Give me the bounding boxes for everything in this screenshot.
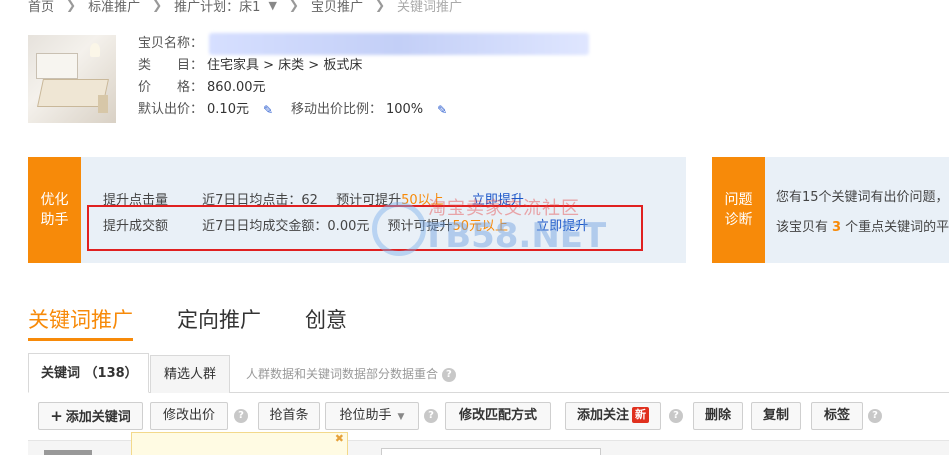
product-category-row: 类 目： 住宅家具 > 床类 > 板式床 bbox=[138, 55, 589, 77]
tab-targeted-promo[interactable]: 定向推广 bbox=[177, 304, 261, 341]
highlight-box bbox=[87, 205, 643, 251]
diagnosis-tag-text: 问题诊断 bbox=[724, 192, 753, 228]
breadcrumb-standard-promo[interactable]: 标准推广 bbox=[88, 0, 140, 15]
chevron-right-icon: ❯ bbox=[288, 0, 299, 12]
add-keyword-label: 添加关键词 bbox=[65, 410, 131, 425]
filter-box[interactable] bbox=[381, 448, 601, 455]
grab-first-label: 抢首条 bbox=[269, 408, 309, 423]
grab-first-button[interactable]: 抢首条 bbox=[258, 402, 320, 430]
diagnosis-count: 3 bbox=[832, 220, 842, 235]
help-icon[interactable]: ? bbox=[868, 409, 882, 423]
default-bid-value: 0.10元 bbox=[207, 102, 249, 117]
help-icon[interactable]: ? bbox=[669, 409, 683, 423]
mobile-ratio-label: 移动出价比例： bbox=[290, 102, 382, 117]
product-price-value: 860.00元 bbox=[207, 80, 266, 95]
diagnosis-tag: 问题诊断 bbox=[712, 157, 765, 263]
modify-bid-button[interactable]: 修改出价 bbox=[150, 402, 228, 430]
edit-pencil-icon[interactable]: ✎ bbox=[437, 103, 451, 117]
diagnosis-line-1: 您有15个关键词有出价问题， bbox=[776, 190, 949, 205]
product-category-value: 住宅家具 > 床类 > 板式床 bbox=[207, 58, 363, 73]
product-price-row: 价 格： 860.00元 bbox=[138, 77, 589, 99]
main-tabs: 关键词推广 定向推广 创意 bbox=[28, 304, 391, 341]
plus-icon: + bbox=[50, 407, 63, 425]
product-name-row: 宝贝名称： bbox=[138, 33, 590, 55]
tab-creative[interactable]: 创意 bbox=[305, 304, 347, 341]
product-name-label: 宝贝名称： bbox=[138, 36, 204, 51]
delete-label: 删除 bbox=[704, 408, 731, 423]
add-keyword-button[interactable]: + 添加关键词 bbox=[38, 402, 143, 430]
modify-bid-label: 修改出价 bbox=[162, 408, 215, 423]
diagnosis-line-2: 该宝贝有 3 个重点关键词的平 bbox=[776, 216, 949, 235]
diagnosis-line-2-suffix: 个重点关键词的平 bbox=[845, 220, 949, 235]
help-icon[interactable]: ? bbox=[441, 367, 456, 382]
product-price-label: 价 格： bbox=[138, 80, 204, 95]
thumbnail-bed-leg bbox=[98, 95, 108, 113]
breadcrumb-plan[interactable]: 推广计划：床1 bbox=[174, 0, 260, 15]
new-badge: 新 bbox=[632, 407, 649, 423]
modify-match-button[interactable]: 修改匹配方式 bbox=[445, 402, 551, 430]
product-info: 宝贝名称： 类 目： 住宅家具 > 床类 > 板式床 价 格： 860.00元 … bbox=[138, 33, 590, 121]
product-category-label: 类 目： bbox=[138, 58, 204, 73]
chevron-right-icon: ❯ bbox=[374, 0, 386, 12]
modify-match-label: 修改匹配方式 bbox=[458, 408, 537, 423]
edit-pencil-icon[interactable]: ✎ bbox=[263, 103, 277, 117]
chevron-right-icon: ❯ bbox=[152, 0, 163, 12]
help-icon[interactable]: ? bbox=[234, 409, 248, 423]
chevron-down-icon: ▼ bbox=[397, 412, 405, 422]
tag-button[interactable]: 标签 bbox=[811, 402, 863, 430]
copy-label: 复制 bbox=[762, 408, 789, 423]
product-thumbnail[interactable] bbox=[28, 35, 116, 123]
thumbnail-lamp bbox=[90, 43, 100, 57]
default-bid-label: 默认出价： bbox=[138, 102, 204, 117]
rank-helper-label: 抢位助手 bbox=[339, 408, 392, 423]
tab-keyword-promo[interactable]: 关键词推广 bbox=[28, 304, 133, 341]
subtab-note-text: 人群数据和关键词数据部分数据重合 bbox=[246, 367, 439, 381]
help-icon[interactable]: ? bbox=[424, 409, 438, 423]
add-follow-button[interactable]: 添加关注新 bbox=[565, 402, 661, 430]
breadcrumb-keyword-promo: 关键词推广 bbox=[397, 0, 463, 15]
breadcrumb: 首页 ❯ 标准推广 ❯ 推广计划：床1 ▼ ❯ 宝贝推广 ❯ 关键词推广 bbox=[28, 0, 462, 15]
subtab-note: 人群数据和关键词数据部分数据重合 ? bbox=[246, 365, 456, 382]
add-follow-label: 添加关注 bbox=[576, 408, 629, 423]
chevron-down-icon[interactable]: ▼ bbox=[268, 0, 276, 12]
copy-button[interactable]: 复制 bbox=[751, 402, 801, 430]
delete-button[interactable]: 删除 bbox=[693, 402, 743, 430]
tag-label: 标签 bbox=[823, 408, 850, 423]
problem-diagnosis-panel: 问题诊断 您有15个关键词有出价问题， 该宝贝有 3 个重点关键词的平 bbox=[712, 157, 949, 263]
optimization-tag-text: 优化助手 bbox=[40, 192, 69, 228]
mobile-ratio-value: 100% bbox=[385, 102, 424, 117]
product-name-blurred bbox=[209, 33, 590, 55]
breadcrumb-item-promo[interactable]: 宝贝推广 bbox=[311, 0, 363, 15]
diagnosis-line-2-prefix: 该宝贝有 bbox=[776, 220, 829, 235]
tooltip-popup: ✖ bbox=[131, 432, 348, 455]
chevron-right-icon: ❯ bbox=[66, 0, 77, 12]
thumbnail-headboard bbox=[36, 53, 78, 79]
sub-tabs: 关键词 （138） 精选人群 人群数据和关键词数据部分数据重合 ? bbox=[28, 353, 949, 393]
product-bid-row: 默认出价： 0.10元 ✎ 移动出价比例： 100% ✎ bbox=[138, 99, 589, 121]
breadcrumb-home[interactable]: 首页 bbox=[28, 0, 54, 15]
subtab-crowd[interactable]: 精选人群 bbox=[150, 355, 230, 393]
select-all-block[interactable] bbox=[44, 450, 92, 455]
close-icon[interactable]: ✖ bbox=[335, 432, 344, 445]
subtab-keywords[interactable]: 关键词 （138） bbox=[28, 353, 149, 393]
rank-helper-button[interactable]: 抢位助手 ▼ bbox=[325, 402, 419, 430]
optimization-tag: 优化助手 bbox=[28, 157, 81, 263]
